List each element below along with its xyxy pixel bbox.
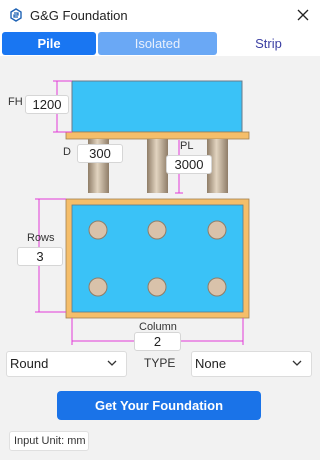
chevron-down-icon (292, 360, 302, 366)
column-input[interactable]: 2 (134, 332, 181, 351)
pile-shape-value: Round (10, 356, 49, 371)
foundation-drawing: FH 1200 D 300 PL 3000 Rows 3 Column 2 (0, 58, 320, 354)
pile-middle (147, 139, 168, 193)
type-label: TYPE (144, 356, 176, 370)
get-foundation-button[interactable]: Get Your Foundation (57, 391, 261, 420)
tab-pile[interactable]: Pile (2, 32, 96, 55)
d-label: D (63, 146, 71, 158)
type-value: None (195, 356, 227, 371)
foundation-type-tabs: Pile Isolated Strip (0, 31, 320, 56)
pile-cap-base (65, 131, 250, 140)
chevron-down-icon (107, 360, 117, 366)
close-icon (297, 9, 309, 21)
pile-cap-elevation (71, 80, 243, 133)
type-select[interactable]: None (191, 351, 312, 377)
rows-label: Rows (27, 232, 55, 244)
rows-input[interactable]: 3 (17, 247, 63, 266)
tab-strip[interactable]: Strip (219, 32, 318, 55)
input-unit-note: Input Unit: mm (9, 431, 89, 451)
title-bar: G&G Foundation (0, 0, 320, 31)
pl-label: PL (180, 140, 194, 152)
window-title: G&G Foundation (30, 8, 128, 23)
pile-shape-select[interactable]: Round (6, 351, 127, 377)
pl-input[interactable]: 3000 (166, 155, 212, 174)
app-logo-icon (10, 8, 22, 22)
close-button[interactable] (292, 4, 314, 26)
fh-input[interactable]: 1200 (25, 95, 69, 114)
d-input[interactable]: 300 (77, 144, 123, 163)
fh-label: FH (8, 96, 23, 108)
tab-isolated[interactable]: Isolated (98, 32, 217, 55)
